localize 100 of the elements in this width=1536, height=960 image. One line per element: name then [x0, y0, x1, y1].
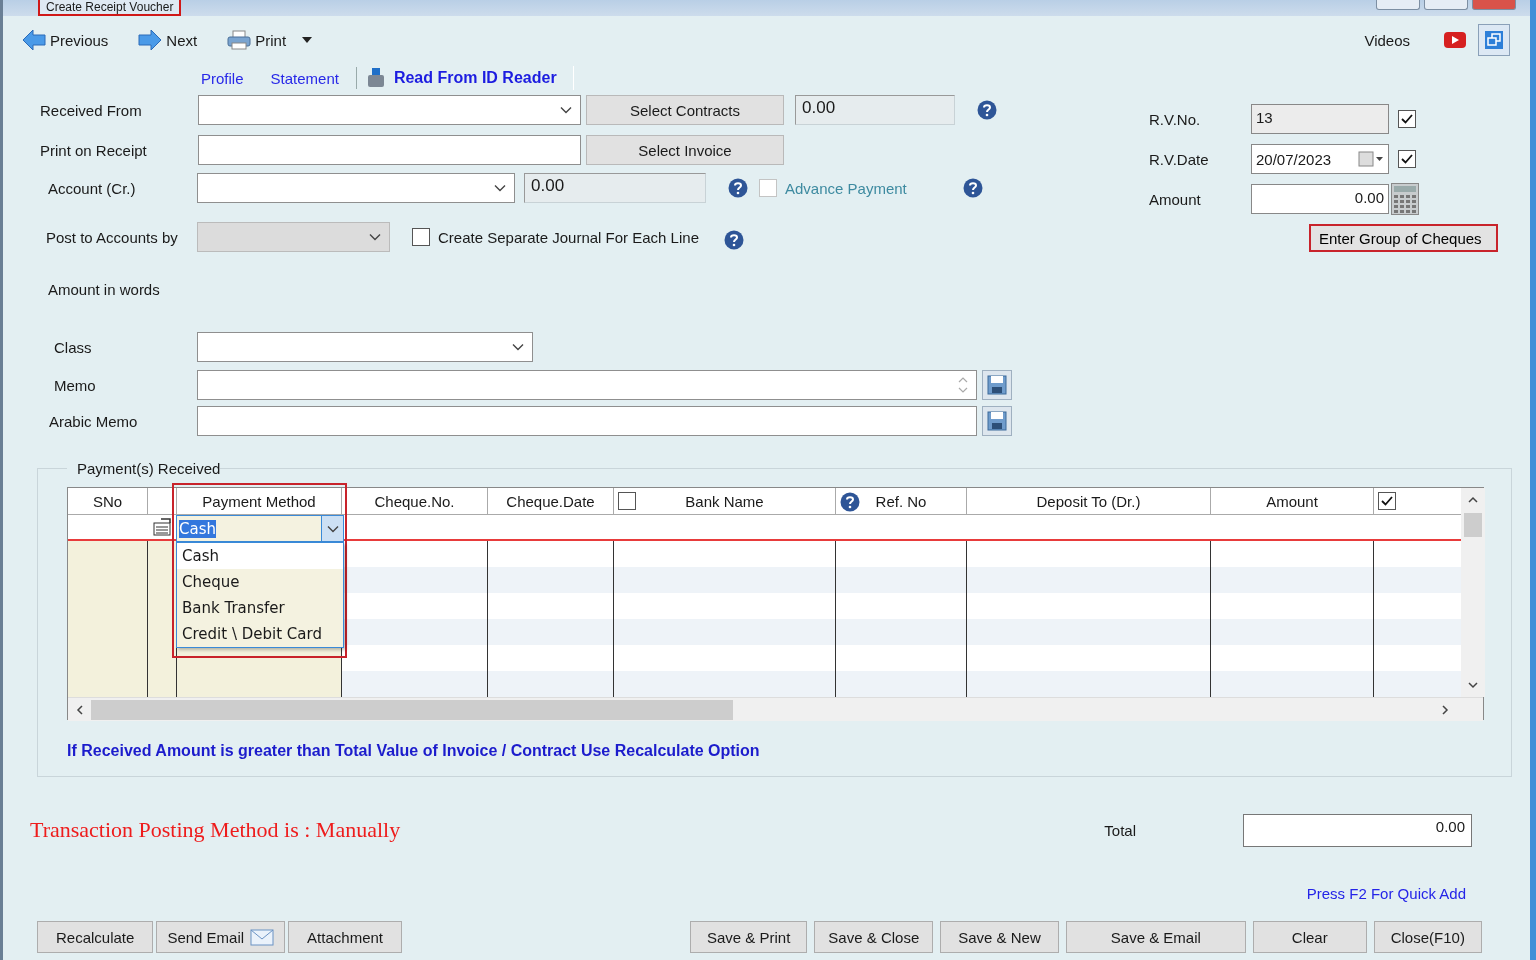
voucher-number-field: 13 — [1251, 104, 1389, 134]
caret-icon — [302, 37, 313, 43]
chevron-icon — [560, 106, 572, 114]
checkbox[interactable] — [1398, 150, 1416, 168]
calendar-icon[interactable] — [1358, 151, 1384, 167]
column-header[interactable]: Cheque.Date — [488, 488, 614, 514]
checkbox[interactable] — [412, 228, 430, 246]
action-button[interactable]: Attachment — [288, 921, 402, 953]
link[interactable]: Profile — [201, 69, 244, 87]
minimize-button[interactable] — [1376, 0, 1420, 10]
window-title: Create Receipt Voucher — [38, 0, 182, 16]
field-label: Print on Receipt — [40, 141, 148, 159]
recalculate-note: If Received Amount is greater than Total Value of Invoice / Contract Use Recalculate Option — [67, 742, 761, 760]
column-header[interactable]: Ref. No — [875, 492, 927, 510]
dropdown-option[interactable]: Credit \ Debit Card — [177, 621, 343, 647]
send-email-button[interactable]: Send Email — [156, 921, 286, 953]
memo-field[interactable] — [197, 370, 977, 400]
printer-icon — [227, 29, 252, 51]
scrollbar-thumb[interactable] — [91, 699, 733, 720]
arabic-memo-field[interactable] — [197, 406, 977, 436]
vertical-scrollbar[interactable] — [1461, 488, 1485, 697]
checkbox[interactable] — [1378, 492, 1396, 510]
help-icon[interactable] — [840, 492, 860, 512]
calculator-icon[interactable] — [1391, 183, 1419, 215]
restore-icon — [1484, 30, 1504, 50]
dropdown-option[interactable]: Cash — [177, 543, 343, 569]
field-label: Memo — [53, 376, 97, 394]
checkbox[interactable] — [1398, 110, 1416, 128]
field-label: R.V.No. — [1149, 110, 1202, 128]
row-edit-icon[interactable] — [153, 518, 173, 536]
checkbox-label: Advance Payment — [785, 179, 907, 197]
dropdown-option[interactable]: Cheque — [177, 569, 343, 595]
help-icon[interactable] — [962, 178, 983, 198]
help-icon[interactable] — [977, 100, 997, 120]
chevron-icon — [512, 343, 524, 351]
restore-button[interactable] — [1478, 24, 1510, 56]
scroll-down-icon[interactable] — [1468, 682, 1478, 689]
scrollbar-thumb[interactable] — [1464, 513, 1482, 537]
field-label: R.V.Date — [1149, 150, 1210, 168]
print-button[interactable]: Print — [227, 29, 313, 51]
posting-method-text: Transaction Posting Method is : Manually — [30, 817, 401, 843]
column-header[interactable]: Deposit To (Dr.) — [967, 488, 1211, 514]
group-title: Payment(s) Received — [76, 460, 221, 477]
payment-method-dropdown[interactable]: Cash — [176, 515, 344, 542]
contracts-total-field: 0.00 — [795, 95, 955, 125]
action-button[interactable]: Recalculate — [37, 921, 154, 953]
table-cell — [148, 671, 177, 697]
field-label: Arabic Memo — [48, 412, 139, 430]
column-header[interactable]: Amount — [1211, 488, 1374, 514]
checkbox-label: Create Separate Journal For Each Line — [438, 228, 699, 246]
next-button[interactable]: Next — [138, 29, 198, 51]
group-cheques-button[interactable]: Enter Group of Cheques — [1309, 224, 1498, 252]
class-dropdown[interactable] — [197, 332, 533, 362]
previous-button[interactable]: Previous — [22, 29, 109, 51]
select-contracts-button[interactable]: Select Contracts — [586, 95, 784, 125]
total-label: Total — [1104, 821, 1136, 839]
dropdown-option[interactable]: Bank Transfer — [177, 595, 343, 621]
id-reader-link[interactable]: Read From ID Reader — [362, 66, 574, 90]
action-button[interactable]: Save & Close — [814, 921, 934, 953]
left-arrow-icon — [22, 29, 46, 51]
chevron-icon — [326, 524, 339, 533]
received-from-dropdown[interactable] — [198, 95, 581, 125]
help-icon[interactable] — [728, 178, 748, 198]
action-button[interactable]: Clear — [1252, 921, 1367, 953]
spinner-icon — [958, 375, 968, 395]
envelope-icon — [250, 928, 275, 946]
videos-label: Videos — [1364, 31, 1410, 49]
action-button[interactable]: Save & New — [940, 921, 1059, 953]
maximize-button[interactable] — [1424, 0, 1468, 10]
chevron-icon — [494, 184, 506, 192]
scroll-up-icon[interactable] — [1468, 496, 1478, 503]
field-label: Amount — [1149, 190, 1202, 208]
link[interactable]: Statement — [270, 69, 339, 87]
column-header[interactable]: SNo — [68, 488, 148, 514]
account-dropdown[interactable] — [197, 173, 515, 203]
total-field: 0.00 — [1243, 813, 1472, 847]
column-header[interactable]: Bank Name — [685, 492, 764, 510]
column-header[interactable]: Payment Method — [177, 488, 342, 514]
checkbox[interactable] — [618, 492, 636, 510]
video-icon[interactable] — [1444, 32, 1466, 48]
date-field[interactable]: 20/07/2023 — [1251, 144, 1389, 174]
print-on-receipt-field[interactable] — [198, 135, 581, 165]
action-button[interactable]: Close(F10) — [1373, 921, 1482, 953]
field-label: Account (Cr.) — [47, 179, 137, 197]
column-header[interactable]: Cheque.No. — [342, 488, 488, 514]
field-label: Received From — [40, 101, 143, 119]
select-invoice-button[interactable]: Select Invoice — [586, 135, 784, 165]
save-icon[interactable] — [982, 370, 1012, 400]
scroll-left-icon[interactable] — [76, 704, 83, 715]
help-icon[interactable] — [724, 230, 744, 250]
chevron-icon — [369, 233, 381, 241]
field-label: Post to Accounts by — [45, 228, 179, 246]
action-button[interactable]: Save & Print — [690, 921, 808, 953]
card-reader-icon — [366, 68, 385, 88]
amount-field[interactable]: 0.00 — [1251, 184, 1389, 214]
save-icon[interactable] — [982, 406, 1012, 436]
right-arrow-icon — [138, 29, 163, 51]
action-button[interactable]: Save & Email — [1065, 921, 1246, 953]
scroll-right-icon[interactable] — [1442, 704, 1449, 715]
field-label: Class — [53, 338, 93, 356]
